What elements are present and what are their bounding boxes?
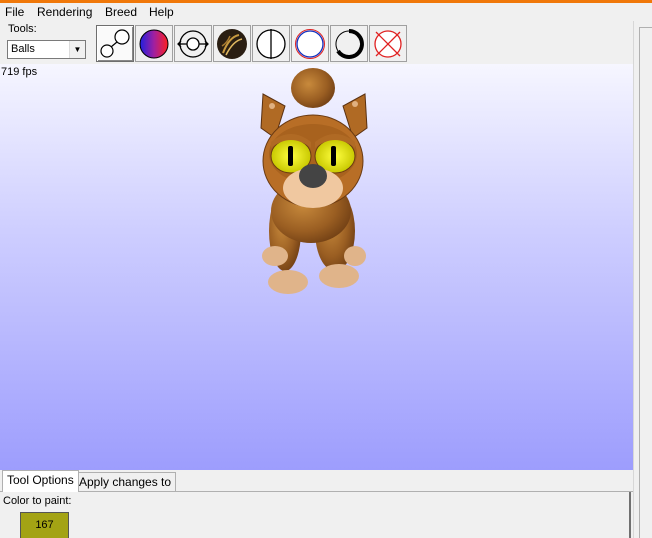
tool-button-fuzz[interactable] xyxy=(213,25,251,62)
tab-tool-options-label: Tool Options xyxy=(7,473,74,487)
tool-button-resize[interactable] xyxy=(174,25,212,62)
tool-options-panel: Color to paint: 167 xyxy=(0,491,633,538)
color-swatch-value: 167 xyxy=(35,519,54,531)
menu-breed[interactable]: Breed xyxy=(105,5,137,19)
tab-apply-changes-to-label: Apply changes to xyxy=(79,475,172,489)
fuzz-texture-icon xyxy=(217,28,247,59)
tool-button-outline[interactable] xyxy=(291,25,329,62)
resize-ball-icon xyxy=(177,29,209,58)
color-to-paint-label: Color to paint: xyxy=(3,495,72,507)
tab-apply-changes-to[interactable]: Apply changes to xyxy=(74,472,177,492)
tool-button-split[interactable] xyxy=(252,25,290,62)
thick-outline-ball-icon xyxy=(335,28,364,59)
balls-link-icon xyxy=(100,28,130,58)
fps-counter: 719 fps xyxy=(1,66,38,78)
tool-button-balls[interactable] xyxy=(96,25,134,62)
tools-dropdown[interactable]: Balls ▼ xyxy=(7,40,86,59)
tool-button-paint[interactable] xyxy=(135,25,173,62)
chevron-down-icon[interactable]: ▼ xyxy=(69,41,85,58)
menu-rendering[interactable]: Rendering xyxy=(37,5,92,19)
paint-ball-icon xyxy=(139,29,169,58)
outline-ball-icon xyxy=(295,28,325,59)
menu-help[interactable]: Help xyxy=(149,5,174,19)
petz-cat-model[interactable] xyxy=(255,66,375,296)
color-swatch[interactable]: 167 xyxy=(20,512,69,538)
menu-bar: File Rendering Breed Help xyxy=(0,3,652,21)
tools-dropdown-value: Balls xyxy=(11,43,35,55)
right-scroll-strip[interactable] xyxy=(633,21,652,538)
tab-tool-options[interactable]: Tool Options xyxy=(2,470,79,492)
options-tabs: Tool Options Apply changes to xyxy=(0,470,633,492)
tool-button-delete[interactable] xyxy=(369,25,407,62)
split-ball-icon xyxy=(256,28,286,59)
delete-ball-icon xyxy=(374,29,402,58)
panel-divider xyxy=(629,492,631,538)
right-panel-border xyxy=(639,27,652,538)
tool-button-thick-outline[interactable] xyxy=(330,25,368,62)
render-viewport[interactable]: 719 fps xyxy=(0,64,633,470)
menu-file[interactable]: File xyxy=(5,5,24,19)
tools-label: Tools: xyxy=(8,23,37,35)
